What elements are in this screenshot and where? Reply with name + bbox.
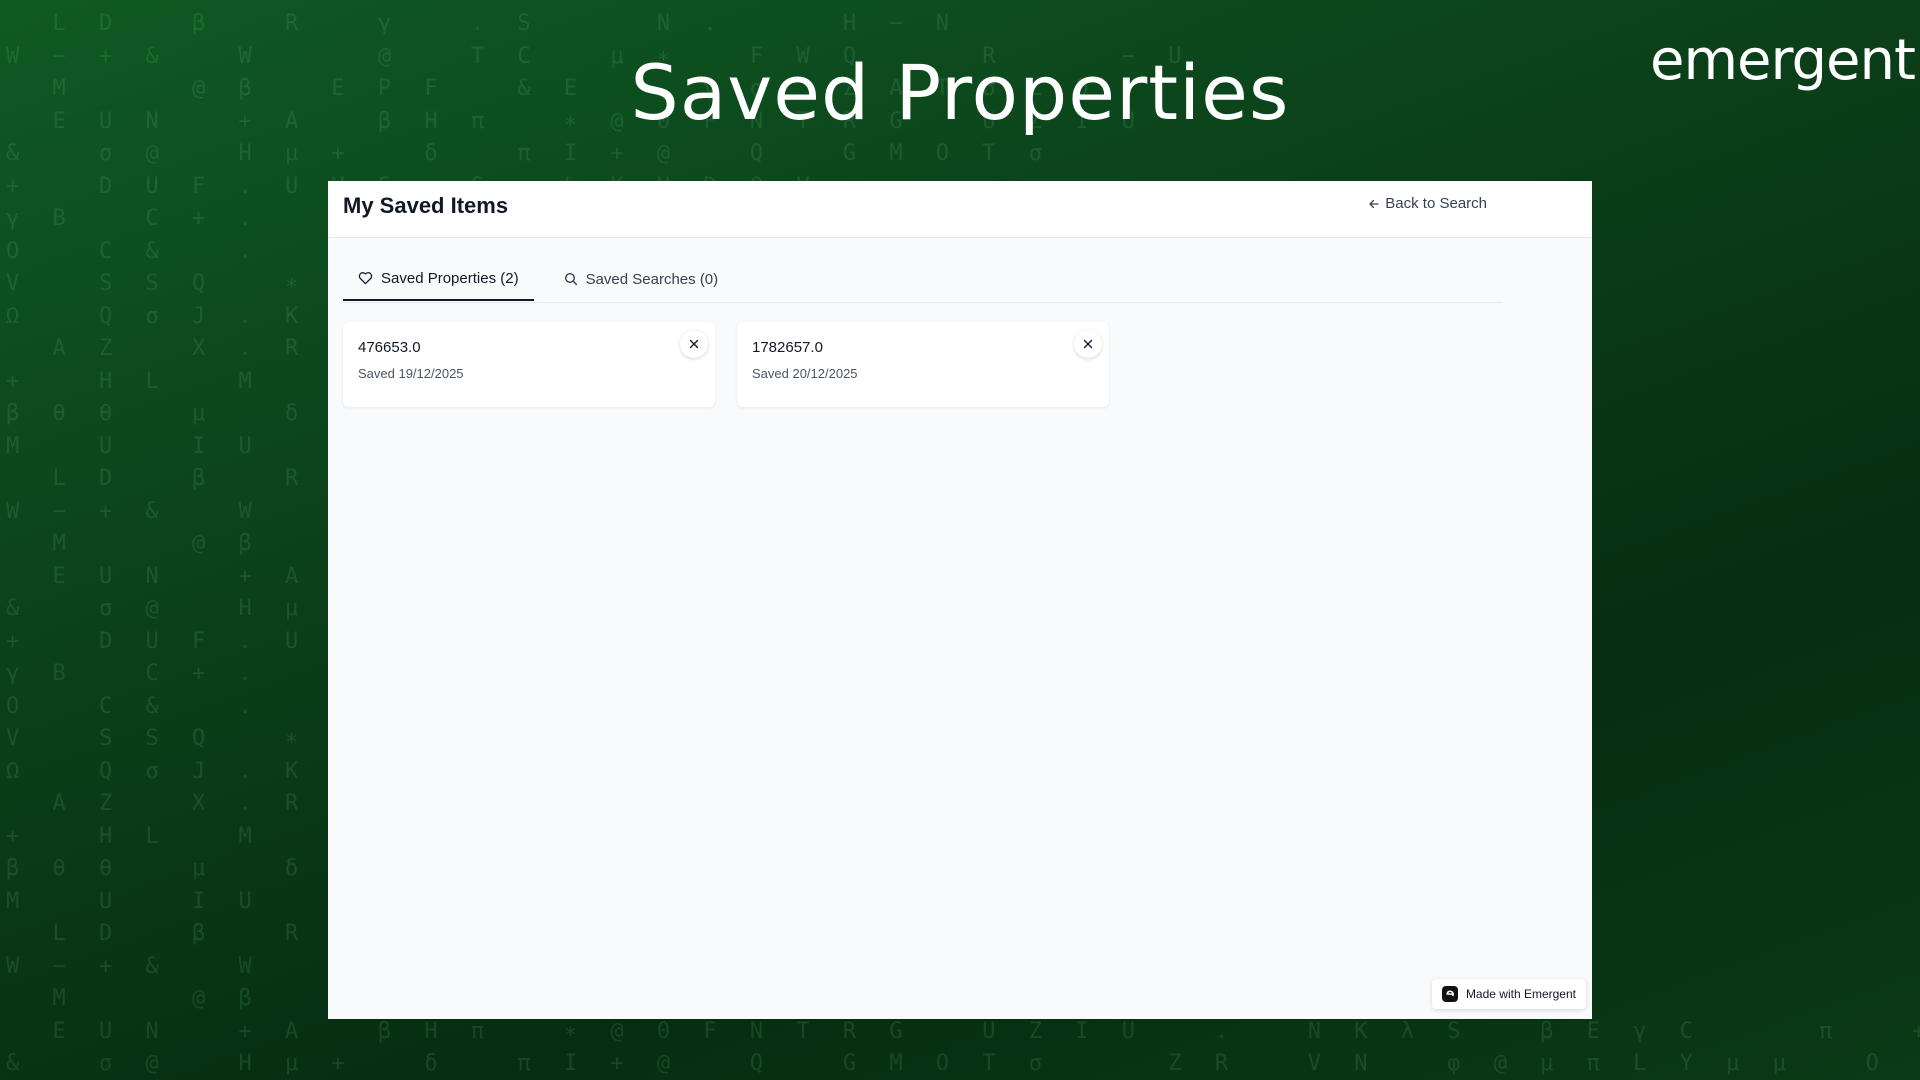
saved-property-list: 476653.0 Saved 19/12/2025 1782657.0 Save…	[343, 322, 1109, 407]
made-with-emergent-badge[interactable]: Made with Emergent	[1431, 979, 1586, 1009]
app-header: My Saved Items Back to Search	[328, 181, 1592, 238]
property-id: 476653.0	[358, 339, 421, 356]
property-id: 1782657.0	[752, 339, 823, 356]
tab-saved-searches-label: Saved Searches (0)	[585, 270, 719, 288]
app-window: My Saved Items Back to Search Saved Prop…	[328, 181, 1592, 1019]
saved-property-card[interactable]: 476653.0 Saved 19/12/2025	[343, 322, 715, 407]
back-to-search-label: Back to Search	[1385, 195, 1487, 212]
close-icon	[689, 339, 699, 349]
saved-date: Saved 20/12/2025	[752, 366, 858, 381]
tab-saved-searches[interactable]: Saved Searches (0)	[549, 257, 734, 301]
remove-saved-button[interactable]	[1074, 330, 1102, 358]
saved-date: Saved 19/12/2025	[358, 366, 464, 381]
arrow-left-icon	[1369, 199, 1379, 208]
search-icon	[564, 272, 577, 286]
tab-bar: Saved Properties (2) Saved Searches (0)	[343, 257, 1503, 303]
page-headline: Saved Properties	[630, 48, 1290, 137]
heart-icon	[358, 272, 373, 285]
remove-saved-button[interactable]	[680, 330, 708, 358]
made-with-label: Made with Emergent	[1465, 987, 1576, 1001]
tab-saved-properties[interactable]: Saved Properties (2)	[343, 257, 534, 301]
tab-saved-properties-label: Saved Properties (2)	[381, 269, 519, 287]
page-title: My Saved Items	[343, 193, 509, 218]
emergent-badge-icon	[1441, 986, 1458, 1002]
emergent-logo: emergent	[1650, 28, 1916, 93]
close-icon	[1083, 339, 1093, 349]
back-to-search-link[interactable]: Back to Search	[1368, 195, 1487, 212]
saved-property-card[interactable]: 1782657.0 Saved 20/12/2025	[737, 322, 1109, 407]
